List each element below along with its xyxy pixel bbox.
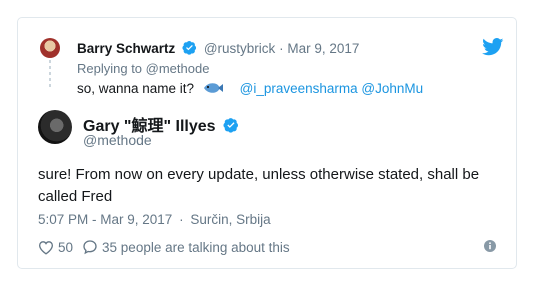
verified-icon (182, 41, 197, 55)
embedded-tweet-card: Barry Schwartz @rustybrick · Mar 9, 2017… (17, 17, 517, 269)
parent-avatar[interactable] (40, 38, 60, 58)
meta-separator: · (179, 212, 184, 227)
author-handle[interactable]: @methode (83, 132, 152, 148)
tweet-location[interactable]: Surčin, Srbija (190, 212, 270, 227)
heart-icon[interactable] (38, 240, 54, 255)
twitter-bird-icon[interactable] (482, 38, 504, 56)
parent-tweet-text: so, wanna name it? @i_praveensharma @Joh… (77, 81, 423, 96)
info-icon[interactable] (484, 240, 496, 252)
tweet-timestamp[interactable]: 5:07 PM - Mar 9, 2017 (38, 212, 172, 227)
date-separator: · (279, 41, 284, 56)
parent-text-body: so, wanna name it? (77, 81, 195, 96)
reply-icon[interactable] (82, 239, 98, 255)
tweet-actions: 50 35 people are talking about this (38, 239, 290, 255)
replying-to-line[interactable]: Replying to @methode (77, 61, 209, 76)
verified-icon (223, 118, 239, 133)
like-count[interactable]: 50 (58, 240, 73, 255)
parent-author-handle[interactable]: @rustybrick (204, 41, 275, 56)
tweet-meta: 5:07 PM - Mar 9, 2017 · Surčin, Srbija (38, 212, 271, 227)
parent-author-name[interactable]: Barry Schwartz (77, 41, 175, 56)
thread-connector (49, 60, 51, 88)
fish-icon (203, 83, 223, 93)
parent-header: Barry Schwartz @rustybrick · Mar 9, 2017 (77, 40, 359, 56)
tweet-text: sure! From now on every update, unless o… (38, 166, 480, 205)
mention-link[interactable]: @JohnMu (361, 81, 423, 96)
parent-date-link[interactable]: Mar 9, 2017 (287, 41, 359, 56)
talking-about-link[interactable]: 35 people are talking about this (102, 240, 290, 255)
author-avatar[interactable] (38, 110, 72, 144)
mention-link[interactable]: @i_praveensharma (240, 81, 358, 96)
